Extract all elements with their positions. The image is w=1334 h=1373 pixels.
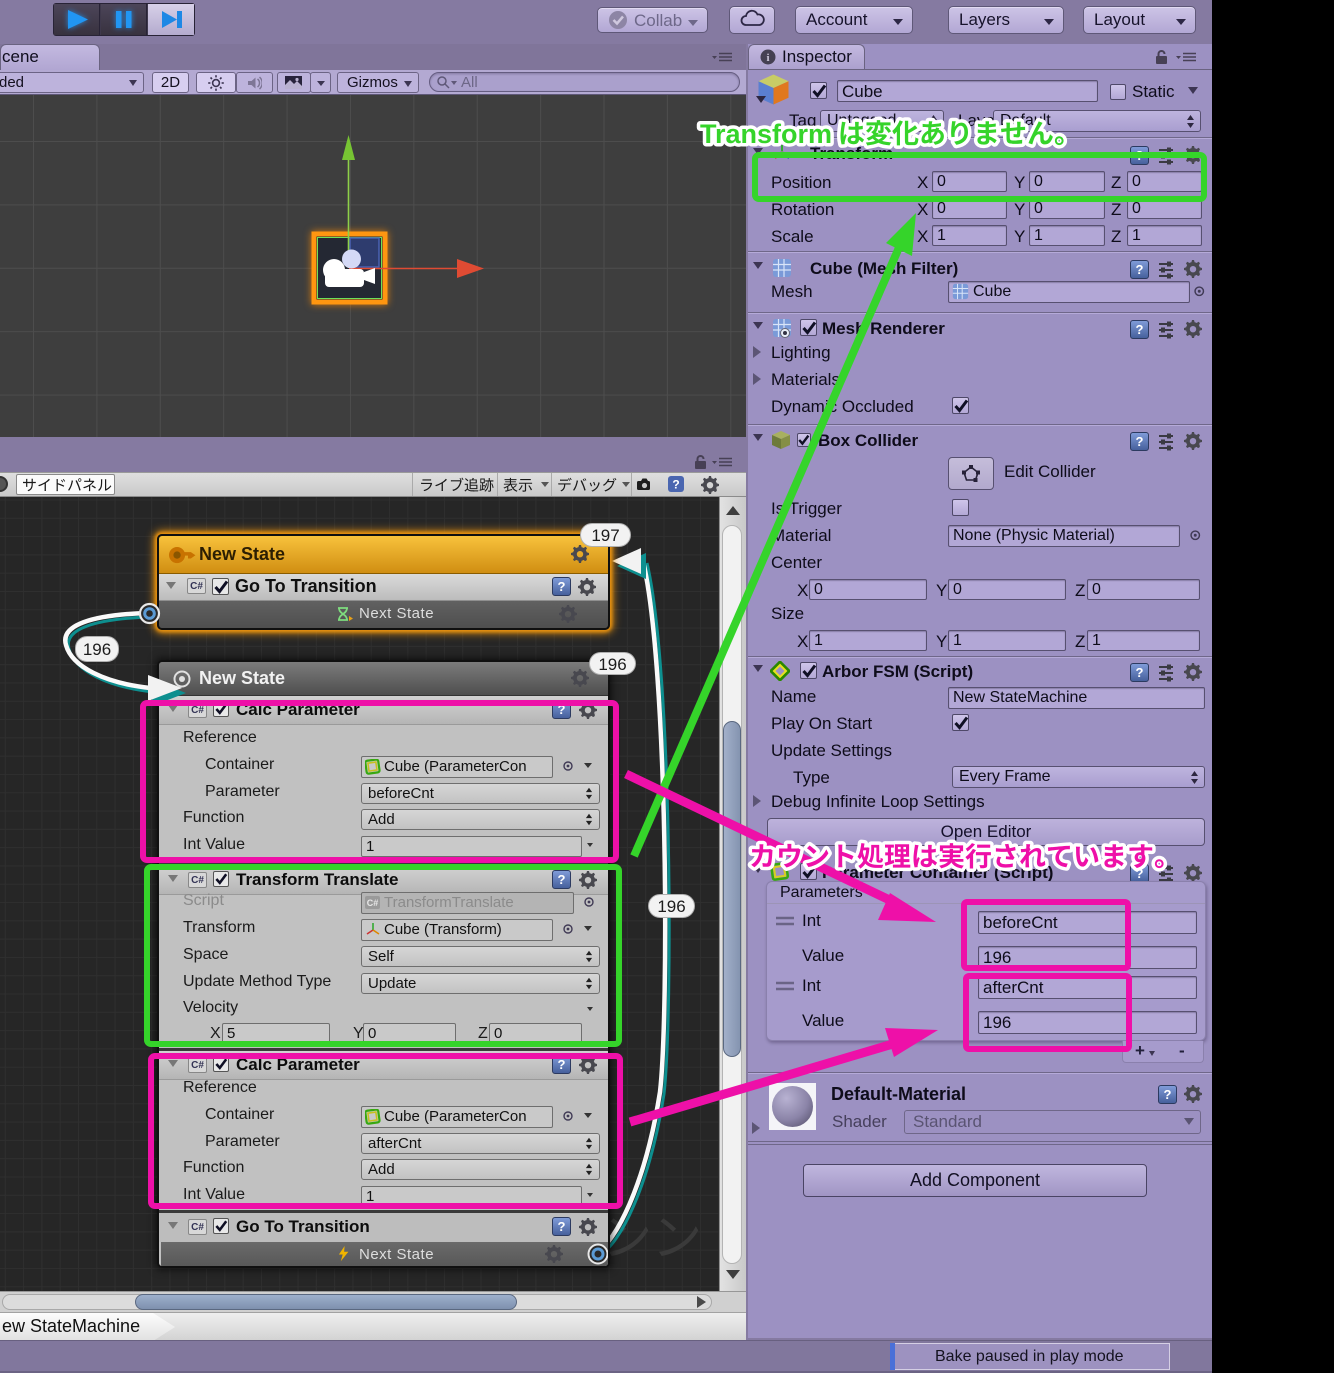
svg-text:C#: C#: [367, 898, 379, 908]
svg-text:i: i: [766, 52, 769, 64]
